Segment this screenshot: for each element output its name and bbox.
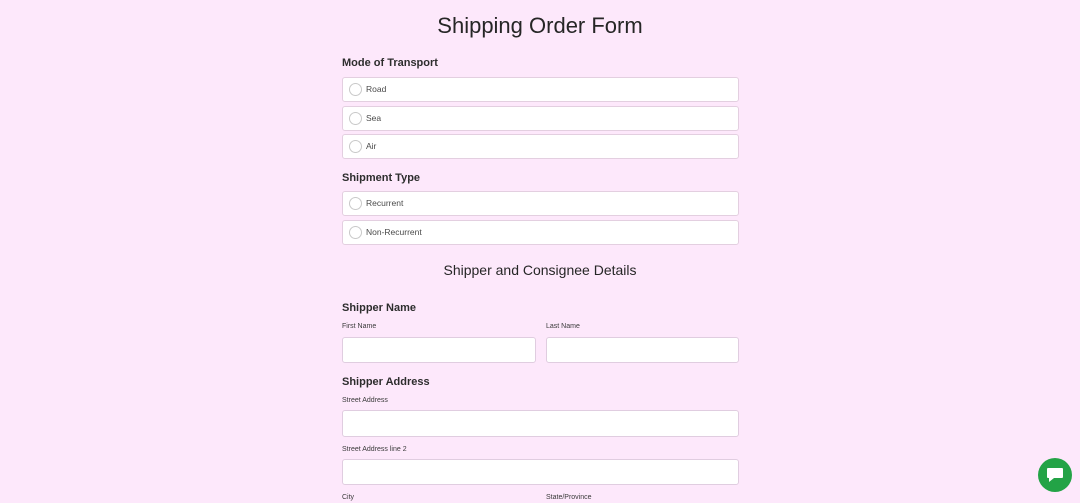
- street-address-label: Street Address: [342, 397, 388, 404]
- last-name-label: Last Name: [546, 323, 580, 330]
- shipper-address-label: Shipper Address: [342, 376, 430, 388]
- details-heading: Shipper and Consignee Details: [443, 262, 637, 278]
- option-label: Non-Recurrent: [366, 227, 422, 237]
- shipment-option-recurrent[interactable]: Recurrent: [342, 191, 739, 216]
- city-label: City: [342, 494, 355, 501]
- page-title: Shipping Order Form: [437, 13, 643, 38]
- first-name-label: First Name: [342, 323, 377, 330]
- shipment-option-non-recurrent[interactable]: Non-Recurrent: [342, 220, 739, 245]
- street-address-line2-label: Street Address line 2: [342, 446, 407, 453]
- radio-circle-icon[interactable]: [349, 197, 362, 210]
- chat-button[interactable]: [1038, 458, 1072, 492]
- option-label: Sea: [366, 113, 382, 123]
- street-address-line2-input[interactable]: [342, 459, 739, 485]
- first-name-input[interactable]: [342, 337, 536, 363]
- last-name-input[interactable]: [546, 337, 739, 363]
- option-label: Road: [366, 84, 387, 94]
- radio-circle-icon[interactable]: [349, 112, 362, 125]
- shipment-section-label: Shipment Type: [342, 172, 421, 184]
- chat-bubble-icon: [1047, 468, 1063, 482]
- transport-option-sea[interactable]: Sea: [342, 106, 739, 131]
- shipper-name-label: Shipper Name: [342, 302, 416, 314]
- option-label: Recurrent: [366, 198, 404, 208]
- radio-circle-icon[interactable]: [349, 140, 362, 153]
- radio-circle-icon[interactable]: [349, 83, 362, 96]
- transport-option-road[interactable]: Road: [342, 77, 739, 102]
- option-label: Air: [366, 141, 377, 151]
- state-province-label: State/Province: [546, 494, 592, 501]
- transport-section-label: Mode of Transport: [342, 57, 438, 69]
- street-address-input[interactable]: [342, 410, 739, 437]
- transport-option-air[interactable]: Air: [342, 134, 739, 159]
- page: Shipping Order Form Mode of Transport Ro…: [0, 0, 1080, 503]
- radio-circle-icon[interactable]: [349, 226, 362, 239]
